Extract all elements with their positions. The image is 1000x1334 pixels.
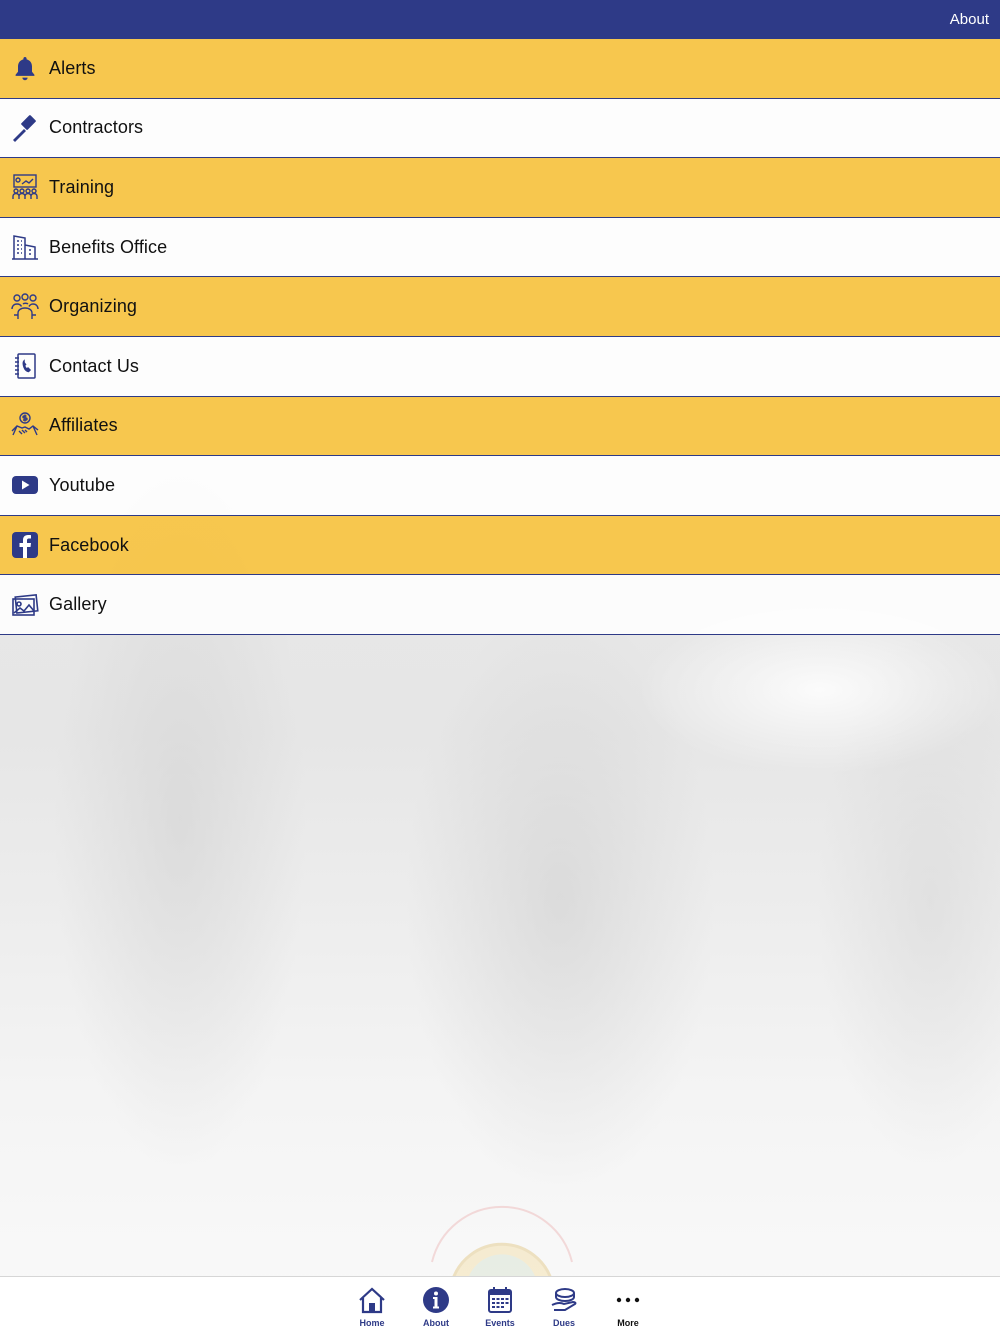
menu-label: Contractors (49, 117, 144, 138)
tab-label: Events (485, 1318, 515, 1328)
menu-item-youtube[interactable]: Youtube (0, 456, 1000, 516)
handshake-dollar-icon (10, 411, 40, 441)
menu-item-training[interactable]: Training (0, 158, 1000, 218)
bottom-tab-bar: Home About Events Dues More (0, 1276, 1000, 1334)
bell-icon (10, 53, 40, 83)
top-bar: About (0, 0, 1000, 39)
tab-events[interactable]: Events (470, 1285, 530, 1333)
info-icon (423, 1287, 449, 1313)
menu-item-affiliates[interactable]: Affiliates (0, 396, 1000, 457)
menu-item-gallery[interactable]: Gallery (0, 575, 1000, 635)
menu-label: Facebook (49, 534, 129, 555)
tab-home[interactable]: Home (342, 1285, 402, 1333)
facebook-icon (10, 530, 40, 560)
tab-label: Home (359, 1318, 385, 1328)
menu-label: Contact Us (49, 355, 140, 376)
tab-more[interactable]: More (598, 1285, 658, 1333)
menu-label: Organizing (49, 296, 138, 317)
coins-hand-icon (551, 1288, 577, 1311)
menu-item-facebook[interactable]: Facebook (0, 515, 1000, 576)
tab-dues[interactable]: Dues (534, 1285, 594, 1333)
youtube-icon (10, 470, 40, 500)
menu-label: Gallery (49, 594, 107, 615)
union-logo-watermark (392, 1192, 612, 1283)
tab-label: About (423, 1318, 449, 1328)
phone-book-icon (10, 351, 40, 381)
gallery-icon (10, 590, 40, 620)
building-icon (10, 232, 40, 262)
menu-label: Affiliates (49, 415, 118, 436)
menu-list: Alerts Contractors Training Benefits Off… (0, 39, 1000, 635)
menu-item-alerts[interactable]: Alerts (0, 39, 1000, 99)
gavel-icon (10, 113, 40, 143)
tab-label: Dues (552, 1318, 575, 1328)
about-link[interactable]: About (950, 11, 989, 28)
tab-label: More (617, 1318, 639, 1328)
menu-item-organizing[interactable]: Organizing (0, 277, 1000, 337)
menu-item-contractors[interactable]: Contractors (0, 98, 1000, 159)
menu-label: Alerts (49, 57, 96, 78)
home-icon (359, 1287, 385, 1314)
group-icon (10, 292, 40, 322)
tab-about[interactable]: About (406, 1285, 466, 1333)
menu-label: Benefits Office (49, 236, 168, 257)
menu-item-benefits-office[interactable]: Benefits Office (0, 217, 1000, 278)
menu-item-contact-us[interactable]: Contact Us (0, 336, 1000, 397)
menu-label: Youtube (49, 474, 116, 495)
menu-label: Training (49, 176, 115, 197)
classroom-icon (10, 172, 40, 202)
calendar-icon (488, 1287, 512, 1313)
more-dots-icon (616, 1297, 640, 1303)
